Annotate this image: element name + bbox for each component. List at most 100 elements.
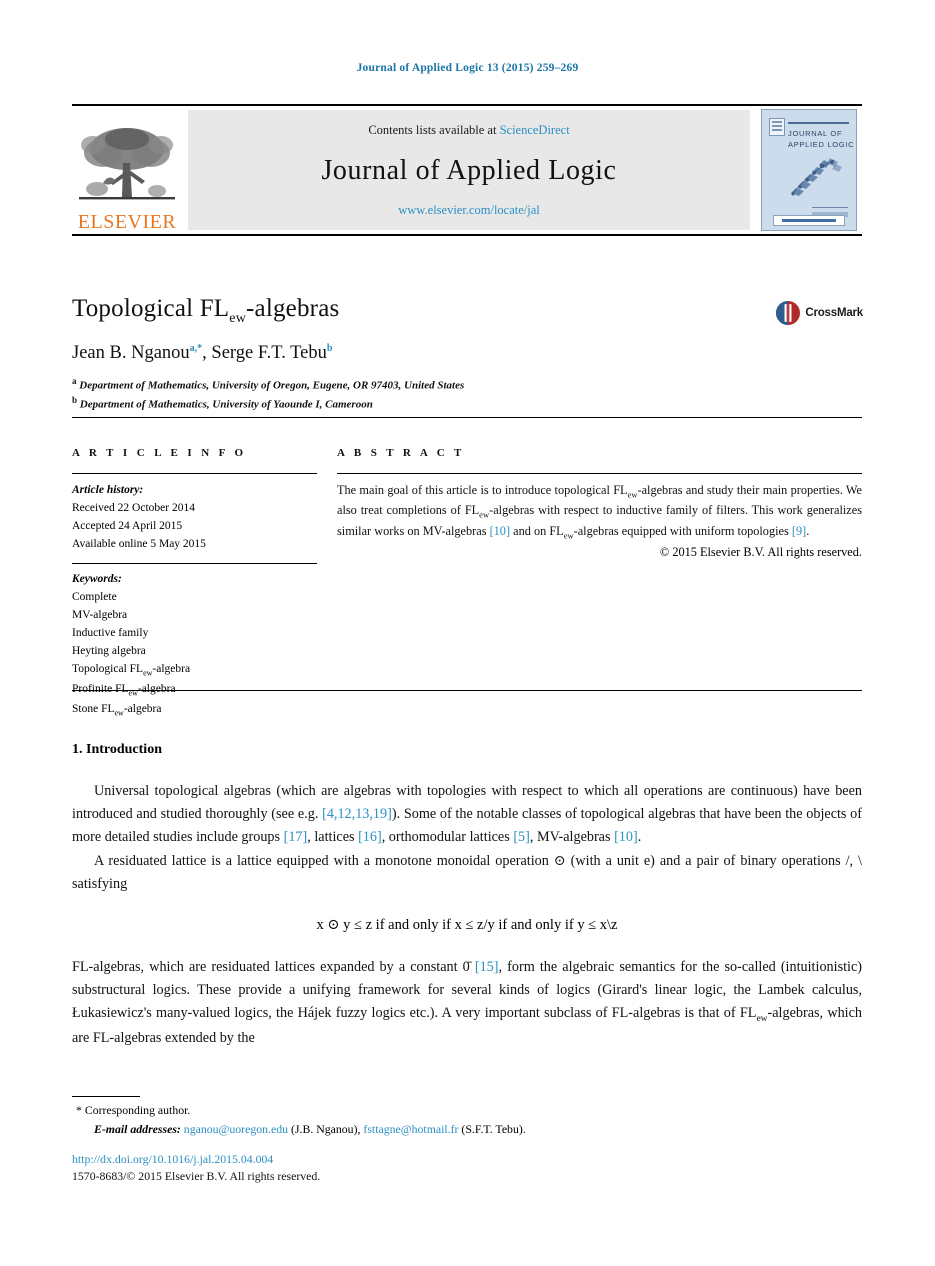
article-info-heading: A R T I C L E I N F O — [72, 447, 247, 459]
journal-masthead: ELSEVIER Contents lists available at Sci… — [72, 104, 862, 236]
corresponding-mark: * — [76, 1103, 82, 1117]
ref-16[interactable]: [16] — [358, 829, 382, 845]
contents-available-line: Contents lists available at ScienceDirec… — [368, 123, 569, 138]
paragraph-3: FL-algebras, which are residuated lattic… — [72, 956, 862, 1050]
abstract-rule — [337, 473, 862, 474]
abstract-part6: . — [806, 523, 810, 538]
abstract-copyright: © 2015 Elsevier B.V. All rights reserved… — [659, 545, 862, 560]
email-link-nganou[interactable]: nganou@uoregon.edu — [184, 1122, 288, 1136]
crossmark-label: CrossMark — [805, 307, 863, 319]
abstract-sub3: ew — [563, 530, 574, 541]
crossmark-icon — [776, 301, 801, 325]
abstract-ref-10[interactable]: [10] — [490, 524, 511, 538]
abstract-column: A B S T R A C T The main goal of this ar… — [337, 447, 862, 560]
email2-owner: (S.F.T. Tebu). — [458, 1121, 526, 1136]
corresponding-text: Corresponding author. — [84, 1103, 191, 1117]
ref-17[interactable]: [17] — [284, 829, 308, 845]
history-online: Available online 5 May 2015 — [72, 538, 206, 551]
affiliation-a-mark: a — [72, 376, 77, 386]
running-head: Journal of Applied Logic 13 (2015) 259–2… — [356, 62, 579, 74]
elsevier-wordmark: ELSEVIER — [77, 211, 177, 233]
title-tail: -algebras — [246, 295, 340, 322]
abstract-part4: and on FL — [510, 523, 564, 538]
keywords-block: Keywords: Complete MV-algebra Inductive … — [72, 570, 317, 721]
keyword-sub: ew — [143, 668, 153, 678]
footnote-rule — [72, 1096, 140, 1097]
abstract-sub1: ew — [627, 489, 638, 500]
keywords-title: Keywords: — [72, 572, 122, 585]
contents-prefix: Contents lists available at — [368, 123, 500, 137]
abstract-part5: -algebras equipped with uniform topologi… — [573, 523, 792, 538]
email-addresses-note: E-mail addresses: nganou@uoregon.edu (J.… — [72, 1120, 862, 1139]
elsevier-logo: ELSEVIER — [72, 106, 184, 234]
footnote-block: * Corresponding author. E-mail addresses… — [72, 1101, 862, 1139]
cover-artwork-icon — [791, 158, 842, 196]
keywords-rule — [72, 562, 317, 564]
display-equation: x ⊙ y ≤ z if and only if x ≤ z/y if and … — [316, 917, 618, 933]
ref-5[interactable]: [5] — [513, 829, 530, 845]
title-main: Topological FL — [72, 295, 230, 322]
journal-cover-wrap: JOURNAL OF APPLIED LOGIC — [756, 106, 862, 234]
abstract-text: The main goal of this article is to intr… — [337, 481, 862, 542]
cover-title: JOURNAL OF APPLIED LOGIC — [788, 129, 854, 151]
author-2-marks[interactable]: b — [327, 343, 333, 354]
email1-owner: (J.B. Nganou), — [288, 1121, 364, 1136]
issn-copyright: 1570-8683/© 2015 Elsevier B.V. All right… — [72, 1169, 321, 1184]
history-received: Received 22 October 2014 — [72, 502, 195, 515]
p3-sub: ew — [756, 1013, 768, 1024]
email-link-tebu[interactable]: fsttagne@hotmail.fr — [363, 1122, 458, 1136]
keyword-item: Inductive family — [72, 627, 149, 640]
crossmark-badge[interactable]: CrossMark — [775, 300, 863, 326]
doi-link[interactable]: http://dx.doi.org/10.1016/j.jal.2015.04.… — [72, 1151, 320, 1168]
p1-d: , orthomodular lattices — [381, 829, 514, 845]
email-label: E-mail addresses: — [94, 1121, 181, 1136]
abstract-sub2: ew — [479, 509, 490, 520]
abstract-ref-9[interactable]: [9] — [792, 524, 806, 538]
keyword-item: Heyting algebra — [72, 645, 146, 658]
author-2: , Serge F.T. Tebu — [202, 343, 327, 364]
page-title: Topological FLew-algebras — [72, 295, 339, 327]
ref-4-12-13-19[interactable]: [4,12,13,19] — [322, 806, 392, 822]
journal-title: Journal of Applied Logic — [321, 154, 617, 186]
cover-publisher-badge — [769, 118, 785, 136]
info-section-bottom-rule — [72, 690, 862, 691]
author-1-marks[interactable]: a,* — [190, 343, 203, 354]
elsevier-tree-icon — [79, 128, 175, 200]
journal-cover-thumbnail: JOURNAL OF APPLIED LOGIC — [761, 109, 857, 231]
paragraph-1: Universal topological algebras (which ar… — [72, 780, 862, 849]
keyword-item: MV-algebra — [72, 608, 128, 621]
corresponding-author-note: * Corresponding author. — [72, 1101, 862, 1120]
sciencedirect-link[interactable]: ScienceDirect — [500, 123, 570, 137]
info-section-top-rule — [72, 417, 862, 418]
keyword-post: -algebra — [123, 703, 162, 716]
abstract-part1: The main goal of this article is to intr… — [337, 483, 628, 497]
article-history-block: Article history: Received 22 October 201… — [72, 481, 317, 554]
cover-bottom-box — [773, 215, 845, 226]
cover-title-line2: APPLIED LOGIC — [788, 139, 855, 149]
keyword-post: -algebra — [152, 663, 191, 676]
affiliation-a: a Department of Mathematics, University … — [72, 375, 464, 394]
article-info-column: A R T I C L E I N F O Article history: R… — [72, 447, 317, 720]
p1-f: . — [637, 829, 642, 845]
journal-url[interactable]: www.elsevier.com/locate/jal — [398, 203, 540, 218]
keyword-sub: ew — [114, 708, 124, 718]
keyword-pre: Stone FL — [72, 703, 115, 716]
cover-rule — [788, 122, 849, 124]
abstract-heading: A B S T R A C T — [337, 447, 465, 459]
affiliation-b-mark: b — [72, 395, 78, 406]
section-heading-introduction: 1. Introduction — [72, 742, 162, 757]
ref-10[interactable]: [10] — [614, 829, 638, 845]
keyword-item: Stone FLew-algebra — [72, 700, 317, 720]
article-info-rule — [72, 473, 317, 474]
affiliation-b: b Department of Mathematics, University … — [72, 394, 464, 413]
article-page: Journal of Applied Logic 13 (2015) 259–2… — [0, 0, 935, 1266]
masthead-center-band: Contents lists available at ScienceDirec… — [188, 110, 750, 230]
author-1: Jean B. Nganou — [72, 343, 190, 364]
keyword-item: Topological FLew-algebra — [72, 660, 317, 680]
p1-e: , MV-algebras — [529, 829, 615, 845]
article-body: 1. Introduction Universal topological al… — [72, 742, 862, 1051]
ref-15[interactable]: [15] — [475, 959, 499, 975]
cover-title-line1: JOURNAL OF — [788, 129, 843, 138]
title-subscript: ew — [229, 311, 247, 326]
doi-copyright-block: http://dx.doi.org/10.1016/j.jal.2015.04.… — [72, 1151, 320, 1186]
